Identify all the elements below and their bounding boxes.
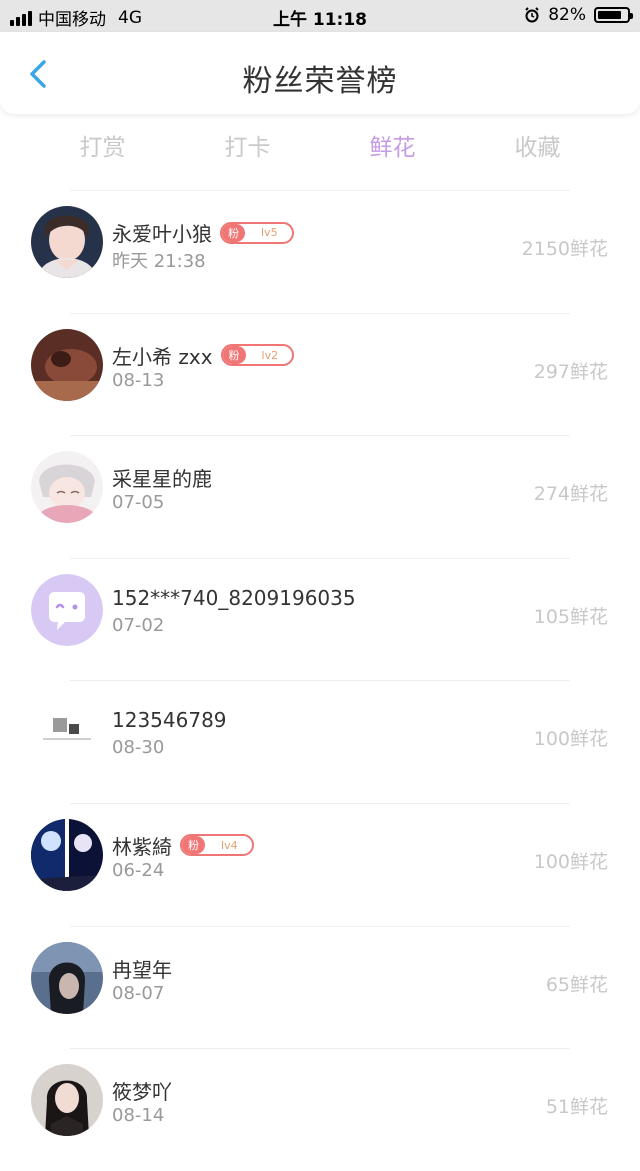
name-row: 冉望年 xyxy=(112,954,172,983)
name-row: 永爱叶小狼 粉 lv5 xyxy=(112,218,294,247)
chat-bubble-icon xyxy=(31,573,103,646)
list-item[interactable]: 152***740_8209196035 07-02 105鲜花 xyxy=(0,557,640,681)
divider xyxy=(70,925,570,927)
fan-level-badge: 粉 lv2 xyxy=(220,344,295,367)
divider xyxy=(70,190,570,191)
fan-badge-label: 粉 xyxy=(182,836,205,855)
tab-favorites[interactable]: 收藏 xyxy=(515,124,561,164)
fan-name: 采星星的鹿 xyxy=(112,467,212,492)
avatar[interactable] xyxy=(31,573,103,646)
page-title: 粉丝荣誉榜 xyxy=(242,64,398,99)
signal-icon xyxy=(10,10,32,26)
fan-name: 林紫綺 xyxy=(112,834,172,859)
battery-percent: 82% xyxy=(548,5,586,25)
list-item[interactable]: 左小希 zxx 粉 lv2 08-13 297鲜花 xyxy=(0,312,640,436)
tab-flowers[interactable]: 鲜花 xyxy=(370,124,416,164)
fan-badge-level: lv2 xyxy=(261,348,279,362)
list-item[interactable]: 林紫綺 粉 lv4 06-24 100鲜花 xyxy=(0,802,640,926)
fan-date: 08-13 xyxy=(112,369,165,391)
fan-name: 冉望年 xyxy=(112,957,172,982)
divider xyxy=(70,312,570,314)
tab-tip[interactable]: 打赏 xyxy=(80,124,126,164)
fan-badge-level: lv5 xyxy=(261,226,278,239)
name-row: 左小希 zxx 粉 lv2 xyxy=(112,341,295,370)
list-item[interactable]: 采星星的鹿 07-05 274鲜花 xyxy=(0,435,640,558)
flower-count: 297鲜花 xyxy=(533,360,608,383)
fan-date: 08-30 xyxy=(112,737,165,759)
flower-count: 100鲜花 xyxy=(533,728,608,751)
fan-ranking-list: 永爱叶小狼 粉 lv5 昨天 21:38 2150鲜花 左小希 zxx 粉 lv… xyxy=(0,190,640,1171)
name-row: 采星星的鹿 xyxy=(112,463,212,492)
avatar[interactable] xyxy=(31,696,103,769)
fan-badge-label: 粉 xyxy=(222,223,245,242)
fan-name: 永爱叶小狼 xyxy=(112,222,212,246)
name-row: 123546789 xyxy=(112,708,227,732)
fan-name: 筱梦吖 xyxy=(112,1080,172,1105)
status-right: 82% xyxy=(524,5,633,25)
name-row: 152***740_8209196035 xyxy=(112,586,356,610)
divider xyxy=(70,680,570,682)
network-type: 4G xyxy=(118,7,142,28)
list-item[interactable]: 永爱叶小狼 粉 lv5 昨天 21:38 2150鲜花 xyxy=(0,190,640,313)
tab-checkin[interactable]: 打卡 xyxy=(225,124,271,164)
list-item[interactable]: 筱梦吖 08-14 51鲜花 xyxy=(0,1048,640,1171)
nav-header: 粉丝荣誉榜 xyxy=(0,32,640,114)
fan-date: 06-24 xyxy=(112,859,165,881)
avatar[interactable] xyxy=(31,328,103,401)
carrier-name: 中国移动 xyxy=(38,10,106,30)
fan-date: 08-14 xyxy=(112,1105,165,1127)
fan-date: 08-07 xyxy=(112,982,165,1004)
name-row: 筱梦吖 xyxy=(112,1076,172,1105)
status-left: 中国移动 4G xyxy=(10,5,142,30)
divider xyxy=(70,1048,570,1050)
fan-date: 07-02 xyxy=(112,614,165,636)
fan-badge-level: lv4 xyxy=(221,838,238,852)
divider xyxy=(70,435,570,437)
fan-level-badge: 粉 lv4 xyxy=(180,834,254,857)
avatar[interactable] xyxy=(31,206,103,278)
flower-count: 100鲜花 xyxy=(533,850,608,873)
divider xyxy=(70,802,570,804)
fan-level-badge: 粉 lv5 xyxy=(220,221,294,244)
flower-count: 51鲜花 xyxy=(545,1096,608,1119)
name-row: 林紫綺 粉 lv4 xyxy=(112,831,254,860)
fan-date: 07-05 xyxy=(112,492,165,514)
flower-count: 65鲜花 xyxy=(545,973,608,996)
tab-bar: 打赏 打卡 鲜花 收藏 xyxy=(30,124,610,164)
fan-name: 左小希 zxx xyxy=(112,344,213,369)
flower-count: 2150鲜花 xyxy=(521,238,608,260)
list-item[interactable]: 冉望年 08-07 65鲜花 xyxy=(0,925,640,1049)
avatar[interactable] xyxy=(31,941,103,1014)
flower-count: 274鲜花 xyxy=(533,483,608,506)
list-item[interactable]: 123546789 08-30 100鲜花 xyxy=(0,680,640,803)
fan-badge-label: 粉 xyxy=(222,346,246,365)
status-bar: 中国移动 4G 上午 11:18 82% xyxy=(0,0,640,32)
avatar[interactable] xyxy=(31,818,103,891)
avatar[interactable] xyxy=(31,451,103,524)
avatar[interactable] xyxy=(31,1064,103,1137)
alarm-icon xyxy=(525,7,539,23)
battery-icon xyxy=(594,7,633,23)
divider xyxy=(70,557,570,559)
flower-count: 105鲜花 xyxy=(533,605,608,628)
fan-name: 152***740_8209196035 xyxy=(112,585,356,610)
fan-date: 昨天 21:38 xyxy=(112,251,206,272)
fan-name: 123546789 xyxy=(112,708,227,733)
